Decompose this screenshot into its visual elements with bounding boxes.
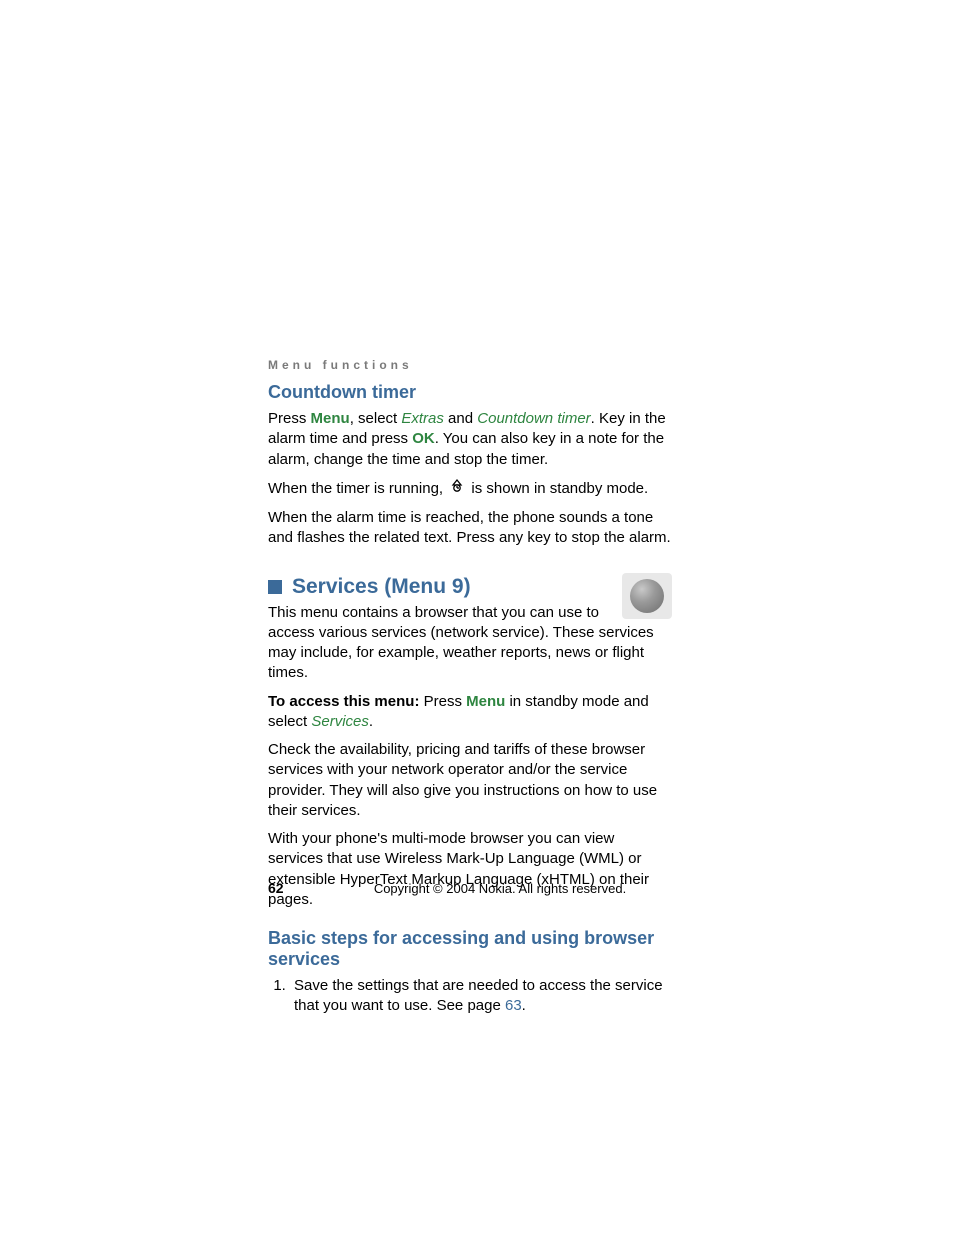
paragraph: Press Menu, select Extras and Countdown … [268, 409, 672, 470]
menu-item-countdown-timer: Countdown timer [477, 410, 590, 427]
paragraph: When the timer is running, is shown in s… [268, 478, 672, 500]
paragraph: To access this menu: Press Menu in stand… [268, 692, 672, 733]
heading-row: Services (Menu 9) [268, 575, 672, 599]
page-footer: 62 Copyright © 2004 Nokia. All rights re… [268, 880, 672, 896]
globe-icon [622, 573, 672, 619]
menu-item-extras: Extras [401, 410, 444, 427]
menu-item-services: Services [311, 713, 369, 730]
running-header: Menu functions [268, 358, 672, 372]
heading-basic-steps: Basic steps for accessing and using brow… [268, 928, 672, 970]
label-to-access: To access this menu: [268, 693, 419, 710]
heading-services: Services (Menu 9) [292, 575, 471, 599]
copyright-text: Copyright © 2004 Nokia. All rights reser… [328, 881, 672, 896]
ordered-list: Save the settings that are needed to acc… [268, 976, 672, 1017]
page-link[interactable]: 63 [505, 997, 522, 1014]
heading-countdown-timer: Countdown timer [268, 382, 672, 403]
paragraph: Check the availability, pricing and tari… [268, 740, 672, 821]
page-content: Menu functions Countdown timer Press Men… [268, 358, 672, 1025]
timer-icon [449, 478, 465, 500]
list-item: Save the settings that are needed to acc… [290, 976, 672, 1017]
paragraph: This menu contains a browser that you ca… [268, 603, 672, 684]
square-bullet-icon [268, 580, 282, 594]
page-number: 62 [268, 880, 328, 896]
key-label-ok: OK [412, 430, 435, 447]
paragraph: When the alarm time is reached, the phon… [268, 508, 672, 549]
key-label-menu: Menu [311, 410, 350, 427]
key-label-menu: Menu [466, 693, 505, 710]
paragraph: With your phone's multi-mode browser you… [268, 829, 672, 910]
